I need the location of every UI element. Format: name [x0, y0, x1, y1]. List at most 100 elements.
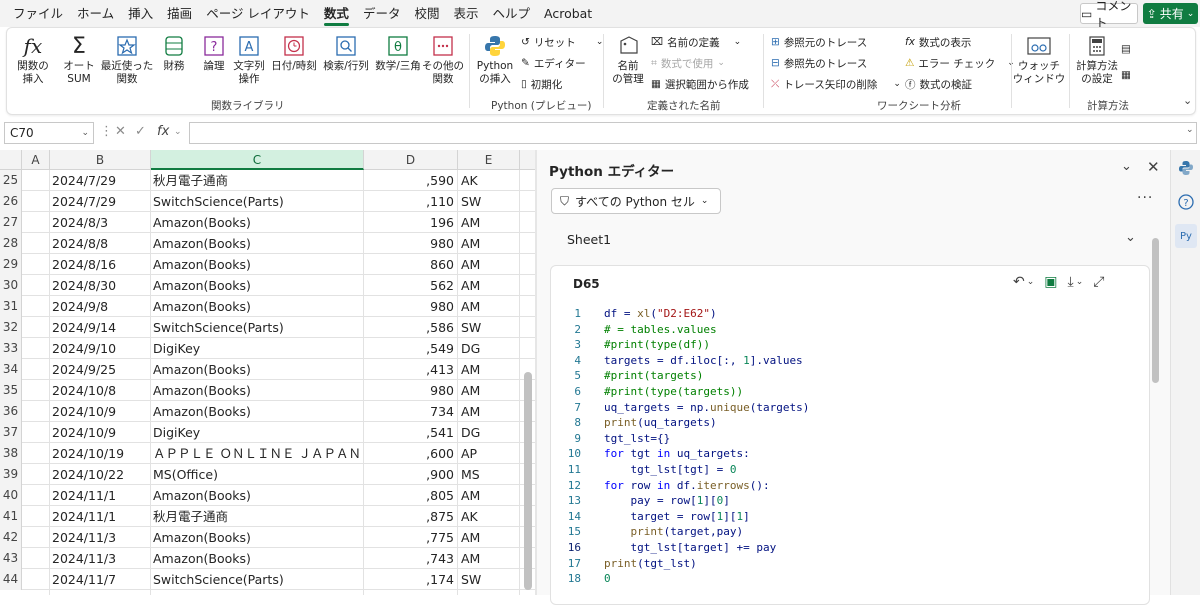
- menu-tab[interactable]: データ: [356, 0, 408, 27]
- row-header[interactable]: 36: [0, 401, 22, 422]
- column-header[interactable]: B: [50, 150, 151, 170]
- chevron-down-icon[interactable]: ⌄: [1076, 277, 1084, 287]
- code-cell[interactable]: DG: [461, 338, 517, 359]
- vendor-cell[interactable]: SwitchScience(Parts): [153, 569, 361, 590]
- menu-tab[interactable]: 描画: [160, 0, 199, 27]
- code-cell[interactable]: AM: [461, 485, 517, 506]
- row-header[interactable]: 34: [0, 359, 22, 380]
- code-line[interactable]: 15 print(target,pay): [551, 524, 1149, 540]
- column-header[interactable]: E: [458, 150, 520, 170]
- row-header[interactable]: 43: [0, 548, 22, 569]
- code-cell[interactable]: AM: [461, 212, 517, 233]
- code-line[interactable]: 11 tgt_lst[tgt] = 0: [551, 462, 1149, 478]
- amount-cell[interactable]: ,590: [364, 170, 454, 191]
- date-cell[interactable]: 2024/8/8: [52, 233, 148, 254]
- amount-cell[interactable]: ,541: [364, 422, 454, 443]
- logical-button[interactable]: ? 論理: [197, 32, 231, 73]
- create-from-selection-button[interactable]: ▦ 選択範囲から作成: [651, 75, 749, 93]
- menu-tab[interactable]: Acrobat: [537, 0, 599, 27]
- python-logo-icon[interactable]: [1176, 158, 1196, 178]
- amount-cell[interactable]: ,900: [364, 464, 454, 485]
- code-line[interactable]: 5 #print(targets): [551, 368, 1149, 384]
- column-header[interactable]: C: [151, 150, 364, 170]
- financial-button[interactable]: 財務: [157, 32, 191, 73]
- code-line[interactable]: 17 print(tgt_lst): [551, 556, 1149, 572]
- row-header[interactable]: 30: [0, 275, 22, 296]
- vendor-cell[interactable]: Amazon(Books): [153, 485, 361, 506]
- vendor-cell[interactable]: ＡＰＰＬＥ ＯＮＬＩＮＥ ＪＡＰＡＮ: [153, 443, 361, 464]
- python-cell-ref[interactable]: D65: [573, 277, 600, 291]
- evaluate-formula-button[interactable]: ⓕ 数式の検証: [905, 75, 972, 93]
- amount-cell[interactable]: ,805: [364, 485, 454, 506]
- code-line[interactable]: 1 df = xl("D2:E62"): [551, 306, 1149, 322]
- comment-button[interactable]: ▭ コメント: [1080, 0, 1138, 30]
- vendor-cell[interactable]: Amazon(Books): [153, 212, 361, 233]
- vendor-cell[interactable]: Amazon(Books): [153, 233, 361, 254]
- menu-tab[interactable]: ページ レイアウト: [199, 0, 317, 27]
- code-cell[interactable]: AM: [461, 254, 517, 275]
- vendor-cell[interactable]: 秋月電子通商: [153, 506, 361, 527]
- more-functions-button[interactable]: その他の 関数: [422, 32, 464, 86]
- chevron-down-icon[interactable]: ⌄: [1027, 277, 1035, 287]
- code-line[interactable]: 3 #print(type(df)): [551, 337, 1149, 353]
- code-line[interactable]: 7 uq_targets = np.unique(targets): [551, 400, 1149, 416]
- error-checking-button[interactable]: ⚠ エラー チェック ⌄: [905, 54, 1015, 72]
- amount-cell[interactable]: ,600: [364, 443, 454, 464]
- code-cell[interactable]: AM: [461, 275, 517, 296]
- watch-window-button[interactable]: ウォッチ ウィンドウ: [1013, 32, 1065, 86]
- vendor-cell[interactable]: Amazon(Books): [153, 401, 361, 422]
- amount-cell[interactable]: ,174: [364, 569, 454, 590]
- menu-tab[interactable]: ホーム: [70, 0, 121, 27]
- amount-cell[interactable]: 980: [364, 380, 454, 401]
- code-cell[interactable]: AM: [461, 401, 517, 422]
- python-editor-scrollbar[interactable]: [1152, 238, 1159, 383]
- trace-precedents-button[interactable]: ⊞ 参照元のトレース: [771, 33, 867, 51]
- date-cell[interactable]: 2024/8/16: [52, 254, 148, 275]
- remove-arrows-button[interactable]: ⤫ トレース矢印の削除 ⌄: [771, 75, 901, 93]
- date-cell[interactable]: 2024/11/7: [52, 569, 148, 590]
- vendor-cell[interactable]: Amazon(Books): [153, 296, 361, 317]
- code-line[interactable]: 12 for row in df.iterrows():: [551, 478, 1149, 494]
- code-cell[interactable]: MS: [461, 464, 517, 485]
- menu-tab[interactable]: 挿入: [121, 0, 160, 27]
- collapse-ribbon-icon[interactable]: ⌄: [1183, 94, 1192, 107]
- amount-cell[interactable]: ,413: [364, 359, 454, 380]
- date-cell[interactable]: 2024/7/29: [52, 191, 148, 212]
- date-cell[interactable]: 2024/9/25: [52, 359, 148, 380]
- amount-cell[interactable]: ,743: [364, 548, 454, 569]
- date-cell[interactable]: 2024/7/29: [52, 170, 148, 191]
- code-cell[interactable]: AM: [461, 548, 517, 569]
- amount-cell[interactable]: ,110: [364, 191, 454, 212]
- calc-options-button[interactable]: 計算方法 の設定: [1073, 32, 1121, 86]
- amount-cell[interactable]: ,875: [364, 506, 454, 527]
- menu-tab[interactable]: ファイル: [6, 0, 70, 27]
- date-cell[interactable]: 2024/10/9: [52, 422, 148, 443]
- python-insert-button[interactable]: Python の挿入: [475, 32, 515, 86]
- use-in-formula-button[interactable]: ⌗ 数式で使用 ⌄: [651, 54, 725, 72]
- menu-tab[interactable]: ヘルプ: [485, 0, 537, 27]
- vendor-cell[interactable]: Amazon(Books): [153, 275, 361, 296]
- vendor-cell[interactable]: DigiKey: [153, 338, 361, 359]
- row-header[interactable]: 32: [0, 317, 22, 338]
- vendor-cell[interactable]: Amazon(Books): [153, 527, 361, 548]
- vendor-cell[interactable]: Amazon(Books): [153, 359, 361, 380]
- define-name-button[interactable]: ⌧ 名前の定義 ⌄: [651, 33, 741, 51]
- code-line[interactable]: 2 # = tables.values: [551, 322, 1149, 338]
- row-header[interactable]: 35: [0, 380, 22, 401]
- undo-icon[interactable]: ↶: [1013, 274, 1025, 290]
- insert-function-icon[interactable]: fx: [157, 124, 169, 139]
- share-button[interactable]: ⇪ 共有 ⌄: [1143, 3, 1198, 24]
- row-header[interactable]: 42: [0, 527, 22, 548]
- amount-cell[interactable]: 980: [364, 296, 454, 317]
- date-cell[interactable]: 2024/11/3: [52, 527, 148, 548]
- menu-tab[interactable]: 表示: [446, 0, 485, 27]
- row-header[interactable]: 40: [0, 485, 22, 506]
- date-cell[interactable]: 2024/8/3: [52, 212, 148, 233]
- more-options-icon[interactable]: ⋮: [100, 124, 113, 139]
- vendor-cell[interactable]: SwitchScience(Parts): [153, 317, 361, 338]
- math-button[interactable]: θ 数学/三角: [373, 32, 423, 73]
- row-header[interactable]: 31: [0, 296, 22, 317]
- text-functions-button[interactable]: A 文字列 操作: [231, 32, 267, 86]
- python-cell-filter[interactable]: ⛉ すべての Python セル ⌄: [551, 188, 721, 214]
- date-cell[interactable]: 2024/10/8: [52, 380, 148, 401]
